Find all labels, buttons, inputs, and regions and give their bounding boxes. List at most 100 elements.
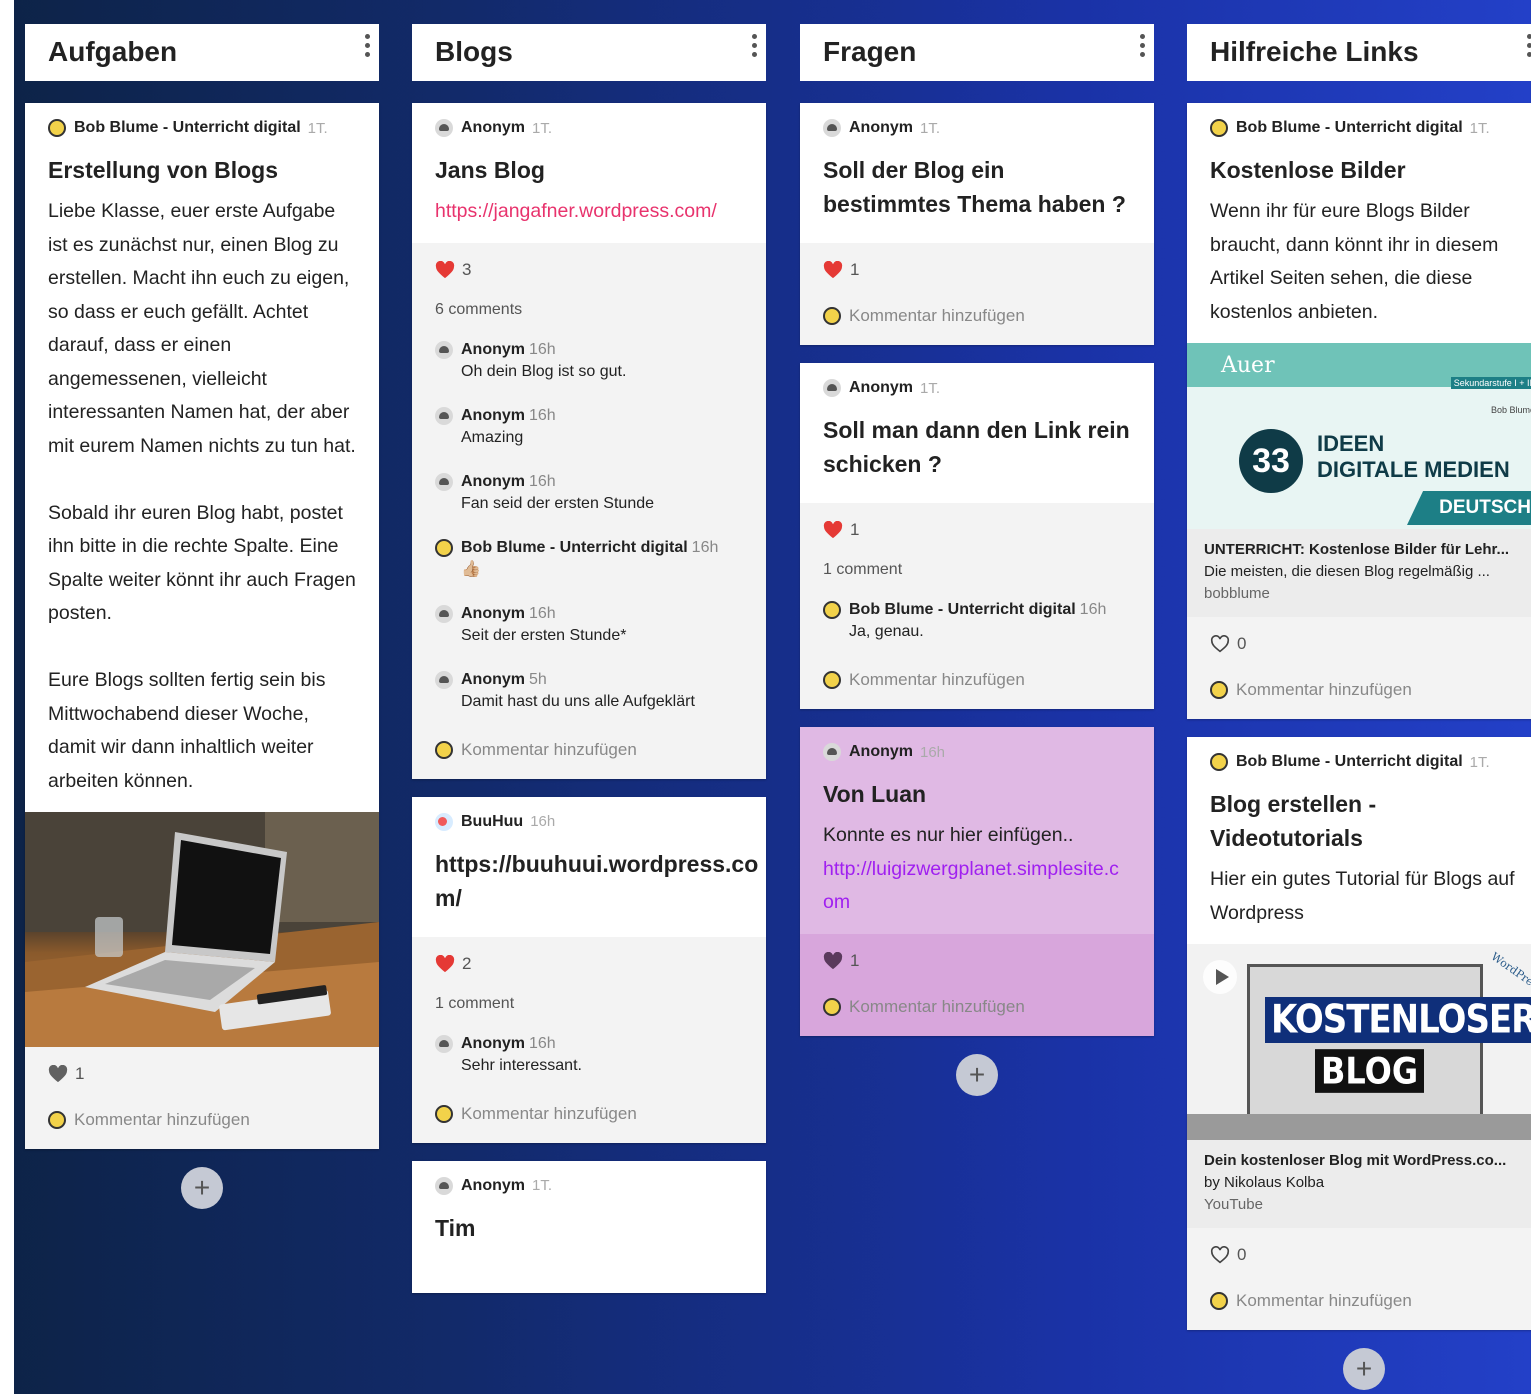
post-author: BuuHuu [461, 812, 524, 830]
post-link[interactable]: https://jangafner.wordpress.com/ [435, 195, 743, 229]
avatar [823, 601, 841, 619]
like-count: 0 [1237, 634, 1247, 653]
post-title: Kostenlose Bilder [1210, 157, 1406, 183]
post-card[interactable]: Anonym 16h Von Luan Konnte es nur hier e… [800, 727, 1154, 1036]
comment: Bob Blume - Unterricht digital 16h 👍🏼 [435, 537, 743, 581]
column-menu-icon[interactable] [1525, 34, 1531, 57]
add-comment-field[interactable]: Kommentar hinzufügen [1210, 675, 1518, 705]
add-post-button[interactable]: + [956, 1053, 998, 1096]
post-card[interactable]: Bob Blume - Unterricht digital 1T. Koste… [1187, 103, 1531, 719]
like-button[interactable]: 0 [1210, 629, 1518, 659]
heart-icon [823, 951, 843, 969]
column-menu-icon[interactable] [363, 34, 371, 57]
post-time: 1T. [1469, 753, 1490, 771]
avatar [435, 812, 453, 831]
avatar [1210, 681, 1228, 699]
avatar [823, 119, 841, 137]
add-post-button[interactable]: + [1343, 1348, 1385, 1390]
like-button[interactable]: 1 [823, 515, 1131, 545]
comment: Anonym 16h Oh dein Blog ist so gut. [435, 339, 743, 383]
like-button[interactable]: 1 [48, 1059, 356, 1089]
post-title: Tim [435, 1214, 476, 1241]
post-time: 16h [920, 743, 946, 761]
column-title: Aufgaben [48, 36, 178, 67]
comment: Anonym 16h Seit der ersten Stunde* [435, 603, 743, 647]
column-header: Fragen [800, 24, 1154, 81]
video-thumbnail[interactable]: KOSTENLOSER BLOG WordPress [1187, 944, 1531, 1140]
like-button[interactable]: 1 [823, 946, 1131, 976]
add-comment-label: Kommentar hinzufügen [74, 1110, 250, 1129]
heart-icon [435, 954, 455, 972]
add-comment-field[interactable]: Kommentar hinzufügen [1210, 1286, 1518, 1316]
comments-count[interactable]: 1 comment [435, 995, 743, 1015]
post-time: 1T. [920, 379, 941, 397]
post-card[interactable]: Anonym 1T. Tim [412, 1160, 766, 1293]
add-post-button[interactable]: + [181, 1167, 223, 1209]
add-comment-label: Kommentar hinzufügen [1236, 680, 1412, 699]
comment-author: Anonym [461, 670, 525, 688]
link-preview-info[interactable]: UNTERRICHT: Kostenlose Bilder für Lehr..… [1187, 529, 1531, 617]
comment-time: 16h [529, 1034, 556, 1052]
comments-count[interactable]: 6 comments [435, 301, 743, 321]
preview-line2: DIGITALE MEDIEN [1317, 457, 1510, 482]
column-fragen: Fragen Anonym 1T. Soll der Blog ein best… [800, 24, 1154, 1096]
preview-description: by Nikolaus Kolba [1204, 1174, 1325, 1191]
post-title: Soll der Blog ein bestimmtes Thema haben… [823, 157, 1126, 217]
comment: Bob Blume - Unterricht digital 16h Ja, gen… [823, 599, 1131, 643]
post-author: Bob Blume - Unterricht digital [74, 119, 301, 136]
post-card[interactable]: Anonym 1T. Soll der Blog ein bestimmtes … [800, 103, 1154, 345]
avatar [1210, 1292, 1228, 1310]
preview-subject: DEUTSCH [1439, 497, 1531, 518]
post-time: 1T. [920, 119, 941, 137]
add-comment-label: Kommentar hinzufügen [1236, 1291, 1412, 1310]
comment-time: 16h [529, 340, 556, 358]
like-button[interactable]: 2 [435, 949, 743, 979]
comments-count[interactable]: 1 comment [823, 561, 1131, 581]
like-count: 1 [850, 950, 860, 970]
video-line2: BLOG [1315, 1049, 1425, 1093]
heart-icon [48, 1065, 68, 1083]
post-card[interactable]: Anonym 1T. Jans Blog https://jangafner.w… [412, 103, 766, 779]
post-card[interactable]: Bob Blume - Unterricht digital 1T. Blog … [1187, 737, 1531, 1330]
avatar [435, 670, 453, 689]
add-comment-field[interactable]: Kommentar hinzufügen [823, 992, 1131, 1022]
post-card[interactable]: BuuHuu 16h https://buuhuui.wordpress.co … [412, 796, 766, 1143]
post-card[interactable]: Anonym 1T. Soll man dann den Link rein s… [800, 363, 1154, 709]
link-preview-info[interactable]: Dein kostenloser Blog mit WordPress.co..… [1187, 1140, 1531, 1228]
heart-icon [823, 261, 843, 279]
video-line1: KOSTENLOSER [1265, 997, 1531, 1043]
like-button[interactable]: 3 [435, 255, 743, 285]
avatar [823, 379, 841, 397]
post-card[interactable]: Bob Blume - Unterricht digital 1T. Erste… [25, 103, 379, 1149]
like-button[interactable]: 0 [1210, 1240, 1518, 1270]
post-title: Jans Blog [435, 157, 545, 183]
avatar [435, 1104, 453, 1123]
post-author: Anonym [461, 119, 525, 136]
post-title: Von Luan [823, 781, 927, 807]
like-count: 1 [75, 1064, 85, 1083]
comment: Anonym 16h Fan seid der ersten Stunde [435, 471, 743, 515]
laptop-image[interactable] [25, 812, 379, 1047]
like-button[interactable]: 1 [823, 255, 1131, 285]
preview-line1: IDEEN [1317, 431, 1385, 456]
add-comment-field[interactable]: Kommentar hinzufügen [823, 665, 1131, 695]
column-menu-icon[interactable] [1138, 34, 1146, 57]
post-title: Erstellung von Blogs [48, 157, 279, 183]
play-icon[interactable] [1203, 960, 1237, 994]
column-title: Fragen [823, 36, 917, 67]
like-count: 2 [462, 953, 472, 973]
comment-text: Fan seid der ersten Stunde [461, 494, 655, 512]
comment-text: Damit hast du uns alle Aufgeklärt [461, 692, 695, 710]
add-comment-field[interactable]: Kommentar hinzufügen [823, 301, 1131, 331]
preview-title: Dein kostenloser Blog mit WordPress.co..… [1204, 1152, 1507, 1169]
add-comment-field[interactable]: Kommentar hinzufügen [48, 1105, 356, 1135]
add-comment-field[interactable]: Kommentar hinzufügen [435, 1099, 743, 1129]
add-comment-field[interactable]: Kommentar hinzufügen [435, 735, 743, 765]
post-body: Konnte es nur hier einfügen.. [823, 824, 1074, 846]
post-link[interactable]: http://luigizwergplanet.simplesite.c om [823, 853, 1131, 920]
comment-author: Anonym [461, 406, 525, 424]
preview-brand: Auer [1221, 353, 1275, 378]
link-preview-image[interactable]: Auer Sekundarstufe I + II Bob Blume 33 I… [1187, 343, 1531, 529]
avatar [435, 406, 453, 425]
column-menu-icon[interactable] [750, 34, 758, 57]
